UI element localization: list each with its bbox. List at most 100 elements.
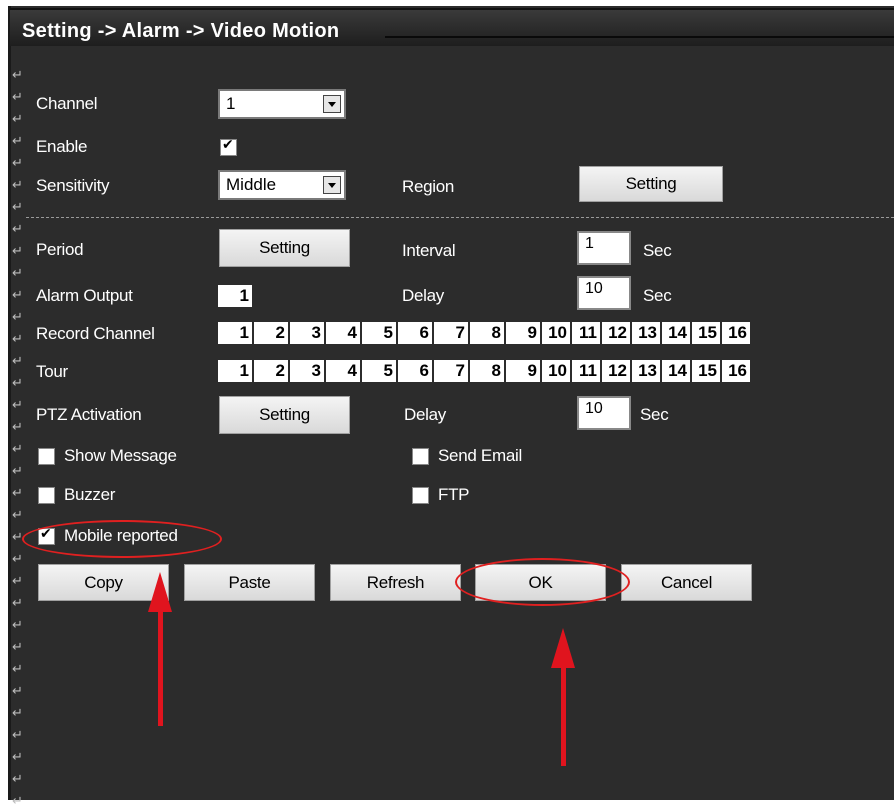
ok-highlight <box>455 558 630 606</box>
section-divider <box>26 217 894 218</box>
refresh-button[interactable]: Refresh <box>330 564 461 601</box>
tour-channel-3[interactable]: 3 <box>290 360 326 382</box>
mobile-reported-highlight <box>22 520 222 558</box>
record-channel-1[interactable]: 1 <box>218 322 254 344</box>
delay-label: Delay <box>402 286 444 305</box>
red-arrow-shaft <box>158 608 163 726</box>
channel-value: 1 <box>226 94 236 113</box>
alarm-output-channel[interactable]: 1 <box>218 285 254 307</box>
return-marker-icon: ↵ <box>12 200 23 215</box>
show-message-checkbox[interactable] <box>38 448 55 465</box>
sensitivity-select[interactable]: Middle <box>218 170 346 200</box>
chevron-down-icon[interactable] <box>323 95 341 113</box>
tour-selector: 1 2 3 4 5 6 7 8 9 10 11 12 13 14 15 16 <box>218 360 752 382</box>
return-marker-icon: ↵ <box>12 662 23 677</box>
return-marker-icon: ↵ <box>12 618 23 633</box>
return-marker-icon: ↵ <box>12 486 23 501</box>
return-marker-icon: ↵ <box>12 398 23 413</box>
sensitivity-value: Middle <box>226 175 277 194</box>
tour-channel-15[interactable]: 15 <box>692 360 722 382</box>
tour-channel-1[interactable]: 1 <box>218 360 254 382</box>
ptz-activation-label: PTZ Activation <box>36 405 142 424</box>
record-channel-6[interactable]: 6 <box>398 322 434 344</box>
return-marker-icon: ↵ <box>12 112 23 127</box>
record-channel-14[interactable]: 14 <box>662 322 692 344</box>
tour-channel-13[interactable]: 13 <box>632 360 662 382</box>
return-marker-icon: ↵ <box>12 596 23 611</box>
record-channel-2[interactable]: 2 <box>254 322 290 344</box>
tour-channel-12[interactable]: 12 <box>602 360 632 382</box>
ptz-delay-label: Delay <box>404 405 446 424</box>
page-title: Setting -> Alarm -> Video Motion <box>22 20 340 42</box>
title-bar: Setting -> Alarm -> Video Motion <box>10 8 894 46</box>
channel-select[interactable]: 1 <box>218 89 346 119</box>
return-marker-icon: ↵ <box>12 420 23 435</box>
region-label: Region <box>402 177 455 196</box>
tour-channel-16[interactable]: 16 <box>722 360 752 382</box>
return-marker-icon: ↵ <box>12 508 23 523</box>
record-channel-10[interactable]: 10 <box>542 322 572 344</box>
return-marker-icon: ↵ <box>12 750 23 765</box>
return-marker-icon: ↵ <box>12 706 23 721</box>
ftp-checkbox[interactable] <box>412 487 429 504</box>
red-arrow-icon <box>551 628 575 668</box>
tour-channel-14[interactable]: 14 <box>662 360 692 382</box>
ftp-label: FTP <box>438 485 470 504</box>
sensitivity-label: Sensitivity <box>36 176 110 195</box>
return-marker-icon: ↵ <box>12 332 23 347</box>
record-channel-label: Record Channel <box>36 324 155 343</box>
return-marker-icon: ↵ <box>12 354 23 369</box>
record-channel-13[interactable]: 13 <box>632 322 662 344</box>
return-marker-icon: ↵ <box>12 156 23 171</box>
chevron-down-icon[interactable] <box>323 176 341 194</box>
tour-channel-5[interactable]: 5 <box>362 360 398 382</box>
period-setting-button[interactable]: Setting <box>219 229 350 267</box>
return-marker-icon: ↵ <box>12 640 23 655</box>
record-channel-15[interactable]: 15 <box>692 322 722 344</box>
send-email-checkbox[interactable] <box>412 448 429 465</box>
return-marker-icon: ↵ <box>12 772 23 787</box>
ptz-delay-unit: Sec <box>640 405 669 424</box>
return-marker-icon: ↵ <box>12 68 23 83</box>
record-channel-3[interactable]: 3 <box>290 322 326 344</box>
enable-checkbox[interactable] <box>220 137 237 156</box>
record-channel-11[interactable]: 11 <box>572 322 602 344</box>
buzzer-checkbox[interactable] <box>38 487 55 504</box>
tour-channel-9[interactable]: 9 <box>506 360 542 382</box>
tour-channel-8[interactable]: 8 <box>470 360 506 382</box>
delay-unit: Sec <box>643 286 672 305</box>
return-marker-icon: ↵ <box>12 794 23 809</box>
record-channel-9[interactable]: 9 <box>506 322 542 344</box>
return-marker-icon: ↵ <box>12 244 23 259</box>
tour-channel-10[interactable]: 10 <box>542 360 572 382</box>
alarm-output-selector: 1 <box>218 285 254 307</box>
tour-channel-11[interactable]: 11 <box>572 360 602 382</box>
ptz-setting-button[interactable]: Setting <box>219 396 350 434</box>
tour-channel-7[interactable]: 7 <box>434 360 470 382</box>
return-marker-icon: ↵ <box>12 552 23 567</box>
record-channel-12[interactable]: 12 <box>602 322 632 344</box>
channel-label: Channel <box>36 94 98 113</box>
return-marker-icon: ↵ <box>12 178 23 193</box>
return-marker-icon: ↵ <box>12 728 23 743</box>
record-channel-8[interactable]: 8 <box>470 322 506 344</box>
tour-channel-4[interactable]: 4 <box>326 360 362 382</box>
record-channel-selector: 1 2 3 4 5 6 7 8 9 10 11 12 13 14 15 16 <box>218 322 752 344</box>
interval-input[interactable]: 1 <box>577 231 631 265</box>
tour-channel-2[interactable]: 2 <box>254 360 290 382</box>
delay-input[interactable]: 10 <box>577 276 631 310</box>
return-marker-icon: ↵ <box>12 266 23 281</box>
tour-channel-6[interactable]: 6 <box>398 360 434 382</box>
return-marker-icon: ↵ <box>12 464 23 479</box>
record-channel-5[interactable]: 5 <box>362 322 398 344</box>
region-setting-button[interactable]: Setting <box>579 166 723 202</box>
ptz-delay-input[interactable]: 10 <box>577 396 631 430</box>
return-marker-icon: ↵ <box>12 90 23 105</box>
cancel-button[interactable]: Cancel <box>621 564 752 601</box>
tour-label: Tour <box>36 362 68 381</box>
record-channel-7[interactable]: 7 <box>434 322 470 344</box>
record-channel-4[interactable]: 4 <box>326 322 362 344</box>
paste-button[interactable]: Paste <box>184 564 315 601</box>
record-channel-16[interactable]: 16 <box>722 322 752 344</box>
red-arrow-icon <box>148 572 172 612</box>
